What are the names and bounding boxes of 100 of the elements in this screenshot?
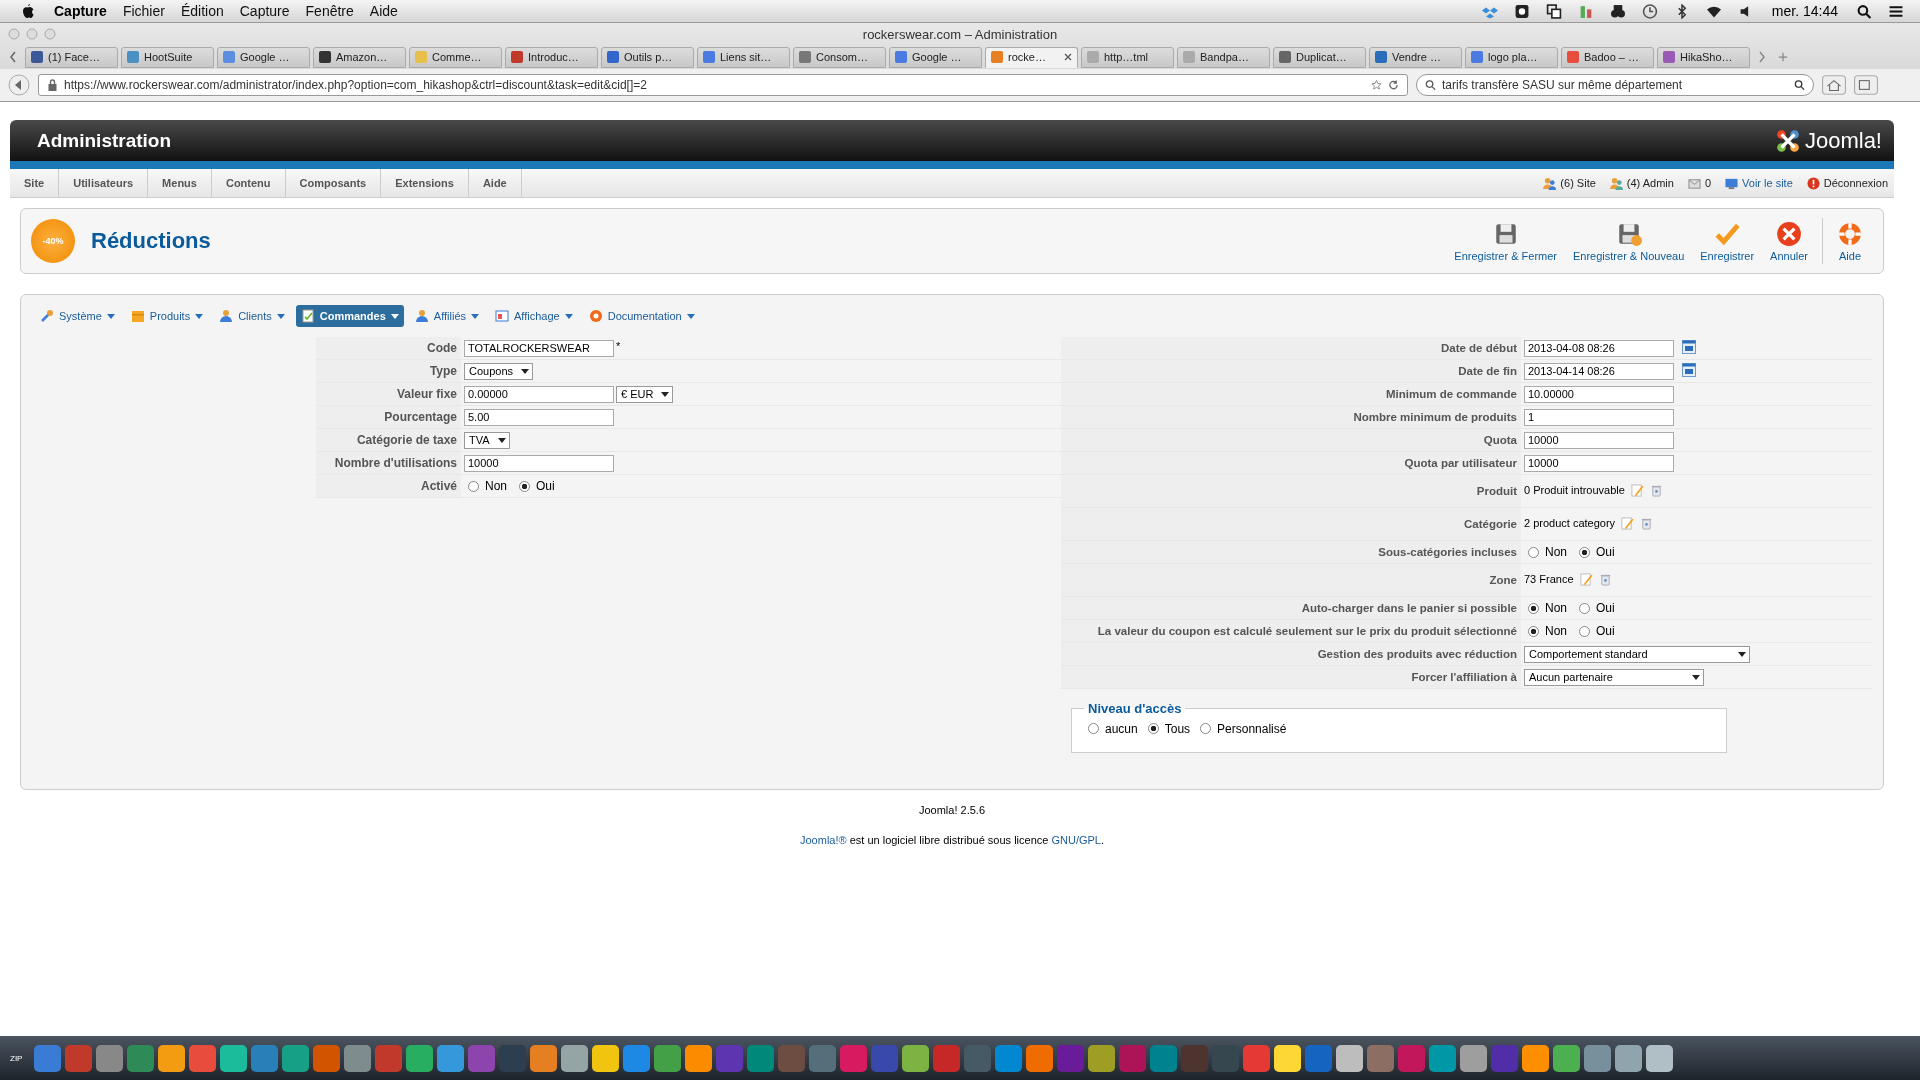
app-icon[interactable] [220,1044,248,1072]
pencil-icon[interactable] [1630,484,1644,497]
apple-icon[interactable] [20,3,34,19]
submenu-item[interactable]: Affichage [490,305,578,327]
app-icon[interactable] [437,1044,465,1072]
browser-tab[interactable]: http…tml [1081,46,1174,68]
trash-icon[interactable] [1640,517,1654,530]
clock-icon[interactable] [1641,3,1658,19]
toolbar-button[interactable]: Aide [1829,220,1871,262]
menu-item[interactable]: Édition [180,3,224,19]
text-field[interactable]: TOTALROCKERSWEAR [464,339,614,357]
radio-button[interactable] [1147,723,1159,734]
plus-icon[interactable] [1778,51,1788,63]
app-icon[interactable] [1522,1044,1550,1072]
trash-icon[interactable] [1598,573,1612,586]
status-item[interactable]: Déconnexion [1806,176,1888,190]
browser-tab[interactable]: Liens sit… [697,46,790,68]
pencil-icon[interactable] [1621,517,1635,530]
radio-button[interactable] [1528,546,1539,558]
text-field[interactable]: 10000 [1524,431,1674,449]
nav-menu-item[interactable]: Contenu [211,169,286,197]
browser-tab[interactable]: Duplicat… [1273,46,1366,68]
browser-tab[interactable]: Amazon… [313,46,406,68]
app-icon[interactable] [406,1044,434,1072]
list-icon[interactable] [1888,3,1904,19]
submenu-item[interactable]: Produits [125,305,209,327]
menu-item[interactable]: Capture [239,3,290,19]
chevron-right-icon[interactable] [1757,51,1767,63]
radio-button[interactable] [1528,602,1539,614]
nav-menu-item[interactable]: Menus [148,169,212,197]
app-icon[interactable] [1460,1044,1488,1072]
radio-button[interactable] [1579,625,1590,637]
radio-button[interactable] [519,480,530,492]
app-icon[interactable] [1088,1044,1116,1072]
star-icon[interactable] [1371,79,1382,91]
status-item[interactable]: (4) Admin [1609,176,1674,190]
dropdown[interactable]: TVA [464,431,510,449]
browser-tab[interactable]: rocke… [985,46,1078,68]
radio-button[interactable] [1200,723,1212,734]
address-field[interactable]: https://www.rockerswear.com/administrator/index.php?option=com_hikashop&ctrl=discount&task=edit&cid[]=2 [38,74,1408,96]
browser-tab[interactable]: HootSuite [121,46,214,68]
sidebar-icon[interactable] [1854,75,1878,95]
app-icon[interactable] [654,1044,682,1072]
submenu-item[interactable]: Clients [214,305,290,327]
app-icon[interactable] [592,1044,620,1072]
browser-tab[interactable]: logo pla… [1465,46,1558,68]
app-icon[interactable] [282,1044,310,1072]
radio-button[interactable] [468,480,479,492]
menu-item[interactable]: Aide [369,3,398,19]
browser-tab[interactable]: Consom… [793,46,886,68]
status-item[interactable]: Voir le site [1725,176,1793,190]
browser-tab[interactable]: Google … [889,46,982,68]
radio-button[interactable] [1088,723,1099,734]
app-icon[interactable] [685,1044,713,1072]
camera-icon[interactable] [1513,3,1530,19]
search-icon[interactable] [1794,79,1805,91]
nav-menu-item[interactable]: Aide [468,169,522,197]
app-icon[interactable] [1026,1044,1054,1072]
nav-menu-item[interactable]: Utilisateurs [59,169,149,197]
calendar-icon[interactable] [1682,362,1696,377]
dropdown[interactable]: Comportement standard [1524,645,1750,663]
submenu-item[interactable]: Système [35,305,120,327]
radio-button[interactable] [1579,602,1590,614]
app-menu[interactable]: Capture [54,3,107,19]
app-icon[interactable] [1274,1044,1302,1072]
app-icon[interactable] [1429,1044,1457,1072]
text-field[interactable]: 10000 [464,454,614,472]
clock[interactable]: mer. 14:44 [1771,3,1838,19]
pencil-icon[interactable] [1579,573,1593,586]
app-icon[interactable] [1615,1044,1643,1072]
joomla-link[interactable]: Joomla!® [800,834,847,846]
browser-tab[interactable]: Google … [217,46,310,68]
text-field[interactable]: 10.00000 [1524,385,1674,403]
submenu-item[interactable]: Affiliés [409,305,484,327]
status-item[interactable]: (6) Site [1543,176,1596,190]
text-field[interactable]: 0.00000 [464,385,614,403]
app-icon[interactable] [902,1044,930,1072]
calendar-icon[interactable] [1682,339,1696,354]
menu-item[interactable]: Fenêtre [305,3,354,19]
app-icon[interactable] [1553,1044,1581,1072]
license-link[interactable]: GNU/GPL [1051,834,1101,846]
windows-icon[interactable] [1545,3,1562,19]
browser-tab[interactable]: Comme… [409,46,502,68]
browser-tab[interactable]: Introduc… [505,46,598,68]
app-icon[interactable] [158,1044,186,1072]
text-field[interactable]: 2013-04-08 08:26 [1524,339,1674,357]
home-icon[interactable] [1822,75,1846,95]
submenu-item[interactable]: Commandes [295,305,404,327]
currency-select[interactable]: € EUR [616,385,674,403]
app-icon[interactable] [1584,1044,1612,1072]
nav-menu-item[interactable]: Composants [285,169,382,197]
nav-menu-item[interactable]: Extensions [381,169,469,197]
dropdown[interactable]: Aucun partenaire [1524,668,1704,686]
back-icon[interactable] [8,74,30,96]
close-icon[interactable] [1064,53,1072,61]
browser-tab[interactable]: (1) Face… [25,46,118,68]
browser-tab[interactable]: Outils p… [601,46,694,68]
text-field[interactable]: 5.00 [464,408,614,426]
text-field[interactable]: 1 [1524,408,1674,426]
reload-icon[interactable] [1388,79,1399,91]
